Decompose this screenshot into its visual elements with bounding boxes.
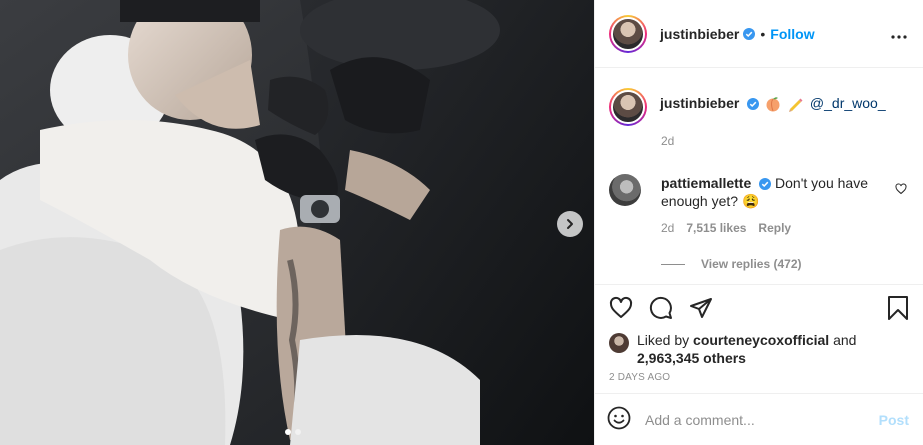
action-bar [595, 284, 923, 322]
replies-divider [661, 263, 685, 265]
heart-icon[interactable] [609, 296, 633, 320]
caption-mention[interactable]: @_dr_woo_ [810, 95, 886, 111]
pencil-emoji-icon [789, 98, 803, 113]
comment-time: 2d [661, 221, 675, 235]
emoji-icon[interactable] [607, 406, 631, 433]
reply-button[interactable]: Reply [758, 221, 791, 235]
caption-time: 2d [661, 134, 675, 148]
comment-likes[interactable]: 7,515 likes [686, 221, 746, 235]
commenter-avatar[interactable] [609, 174, 641, 206]
liker-avatar[interactable] [609, 333, 629, 353]
post-photo [0, 0, 594, 445]
comment-like-icon[interactable] [895, 182, 907, 198]
comment-body: pattiemallette Don't you have enough yet… [661, 174, 871, 210]
view-replies-button[interactable]: View replies (472) [661, 257, 907, 271]
liker-username[interactable]: courteneycoxofficial [693, 332, 829, 348]
separator: • [760, 25, 766, 42]
author-username[interactable]: justinbieber [660, 26, 739, 42]
peach-emoji-icon [766, 97, 780, 112]
likes-prefix: Liked by [637, 332, 694, 348]
likes-summary: Liked by courteneycoxofficial and 2,963,… [595, 322, 923, 367]
verified-badge-icon [747, 98, 760, 111]
carousel-indicator [285, 429, 301, 435]
more-options-icon[interactable] [891, 28, 907, 39]
posted-time: 2 DAYS AGO [609, 372, 671, 383]
caption-avatar[interactable] [609, 88, 647, 126]
post-sidebar: justinbieber • Follow justinbieber @_dr_… [594, 0, 923, 445]
caption-text: justinbieber @_dr_woo_ [660, 88, 886, 113]
next-slide-button[interactable] [557, 211, 583, 237]
bookmark-icon[interactable] [887, 295, 909, 321]
post-comment-button[interactable]: Post [879, 412, 909, 428]
instagram-post: justinbieber • Follow justinbieber @_dr_… [0, 0, 923, 445]
post-media[interactable] [0, 0, 594, 445]
caption: justinbieber @_dr_woo_ [609, 88, 907, 126]
likes-others[interactable]: 2,963,345 others [637, 350, 746, 366]
carousel-dot-active [285, 429, 291, 435]
likes-text: Liked by courteneycoxofficial and 2,963,… [637, 331, 856, 367]
carousel-dot [295, 429, 301, 435]
follow-button[interactable]: Follow [770, 26, 814, 42]
view-replies-label: View replies (472) [701, 257, 802, 271]
share-icon[interactable] [689, 296, 713, 320]
likes-middle: and [829, 332, 857, 348]
verified-badge-icon [759, 178, 772, 191]
comment-meta: 2d 7,515 likes Reply [661, 221, 907, 235]
verified-badge-icon [743, 27, 756, 40]
comments-section: justinbieber @_dr_woo_ 2d pattiemallette… [595, 68, 923, 284]
caption-username[interactable]: justinbieber [660, 95, 739, 111]
comment-icon[interactable] [649, 296, 673, 320]
comment-item: pattiemallette Don't you have enough yet… [609, 174, 907, 210]
commenter-username[interactable]: pattiemallette [661, 175, 751, 191]
author-avatar[interactable] [609, 14, 647, 53]
chevron-right-icon [567, 219, 573, 229]
post-header: justinbieber • Follow [595, 0, 923, 68]
comment-input[interactable] [645, 411, 879, 428]
add-comment-bar: Post [595, 393, 923, 445]
